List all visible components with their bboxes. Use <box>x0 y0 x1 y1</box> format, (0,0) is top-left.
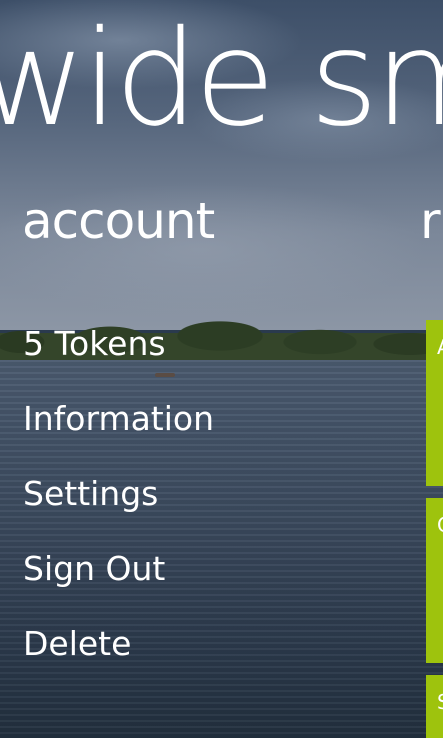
menu-item-settings[interactable]: Settings <box>23 456 214 531</box>
tile-s-label: S <box>437 691 443 713</box>
app-screen: wide sm account r 5 Tokens Information S… <box>0 0 443 738</box>
tile-a-label: A <box>437 336 443 358</box>
account-menu: 5 Tokens Information Settings Sign Out D… <box>23 306 214 681</box>
menu-item-delete[interactable]: Delete <box>23 606 214 681</box>
menu-item-sign-out[interactable]: Sign Out <box>23 531 214 606</box>
tile-a[interactable]: A <box>426 320 443 486</box>
tile-s[interactable]: S <box>426 675 443 738</box>
pivot-header-next[interactable]: r <box>420 188 441 254</box>
tile-c-label: C <box>437 514 443 536</box>
menu-item-tokens[interactable]: 5 Tokens <box>23 306 214 381</box>
app-title: wide sm <box>0 2 443 156</box>
menu-item-information[interactable]: Information <box>23 381 214 456</box>
tile-c[interactable]: C <box>426 498 443 663</box>
pivot-header-account[interactable]: account <box>22 188 215 254</box>
